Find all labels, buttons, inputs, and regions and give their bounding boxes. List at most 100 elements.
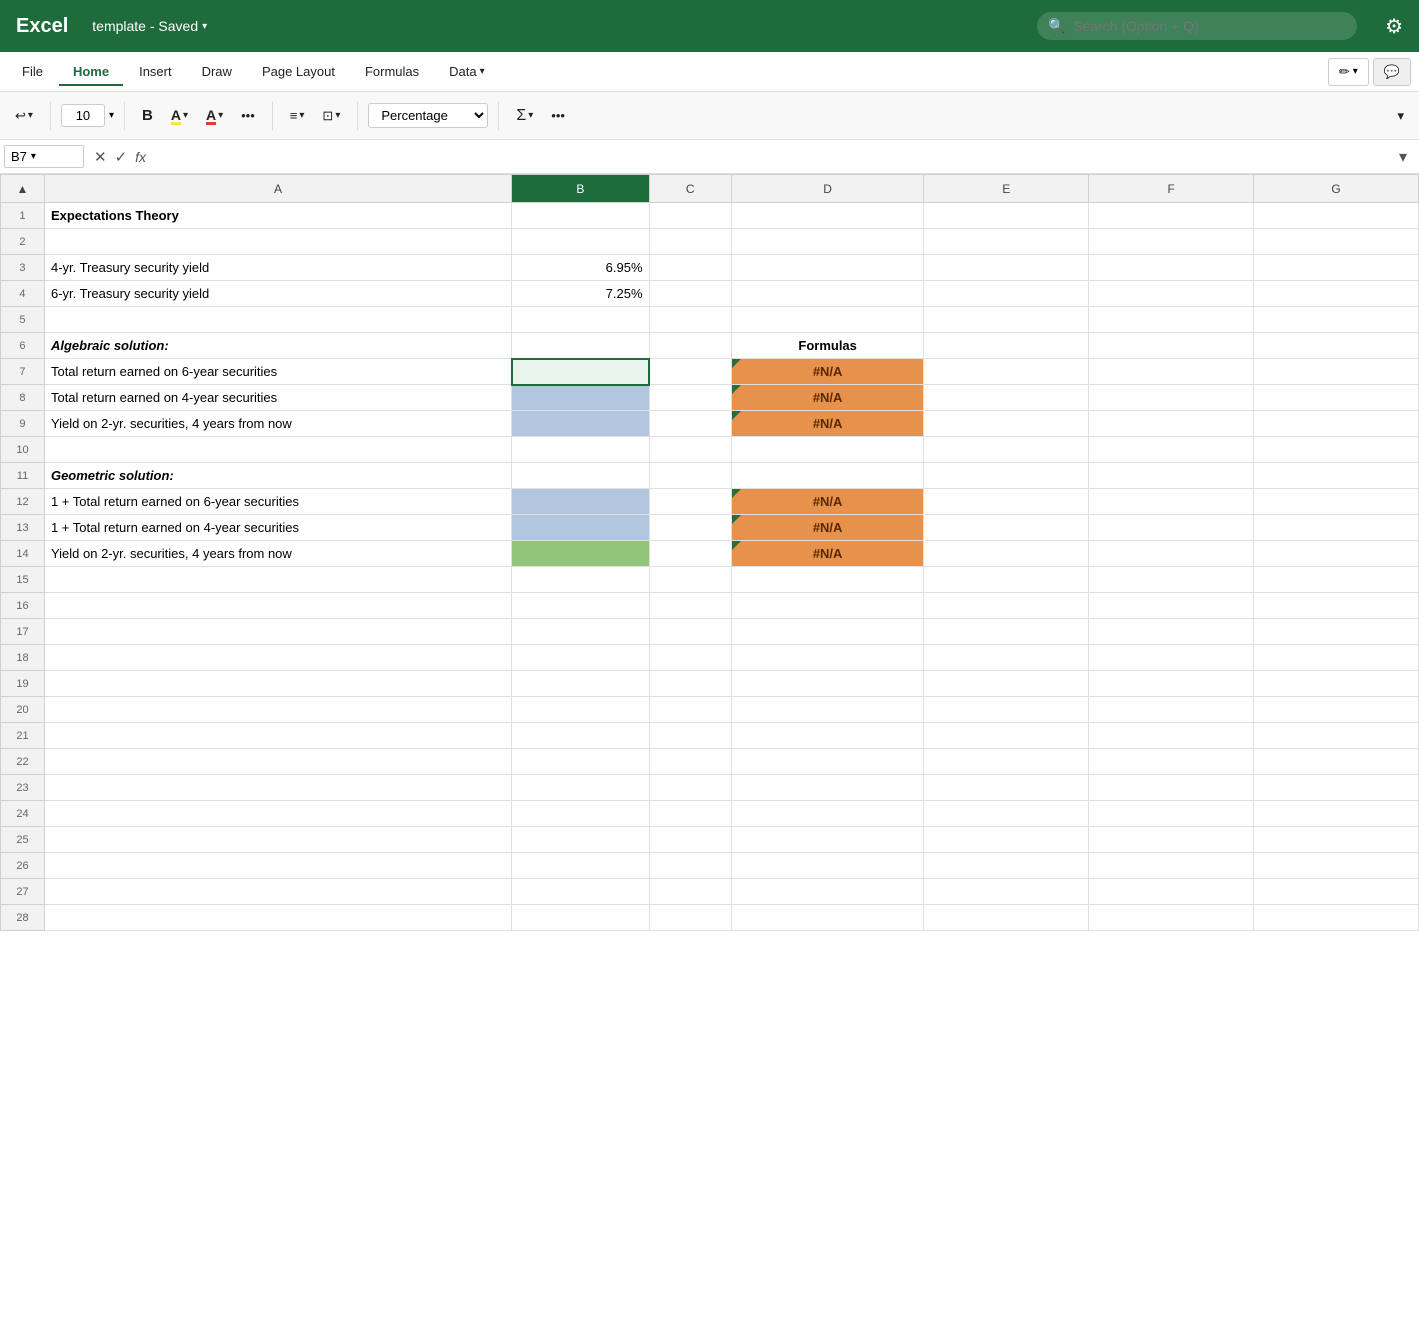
cell-a1[interactable]: Expectations Theory (44, 203, 511, 229)
cell-f4[interactable] (1089, 281, 1254, 307)
cell-f11[interactable] (1089, 463, 1254, 489)
cell-b12[interactable] (512, 489, 649, 515)
col-header-g[interactable]: G (1254, 175, 1419, 203)
cell-b11[interactable] (512, 463, 649, 489)
menu-item-home[interactable]: Home (59, 58, 123, 85)
cell-g12[interactable] (1254, 489, 1419, 515)
cell-g6[interactable] (1254, 333, 1419, 359)
cell-b10[interactable] (512, 437, 649, 463)
cell-g14[interactable] (1254, 541, 1419, 567)
cell-b1[interactable] (512, 203, 649, 229)
cell-a12[interactable]: 1 + Total return earned on 6-year securi… (44, 489, 511, 515)
highlight-button[interactable]: A ▾ (164, 103, 195, 129)
cell-f14[interactable] (1089, 541, 1254, 567)
cell-g11[interactable] (1254, 463, 1419, 489)
cell-c3[interactable] (649, 255, 731, 281)
formula-expand-button[interactable]: ▾ (1391, 147, 1415, 167)
cell-c6[interactable] (649, 333, 731, 359)
confirm-icon[interactable]: ✓ (115, 148, 128, 166)
cell-ref-chevron[interactable]: ▾ (31, 151, 36, 162)
more-format-button[interactable]: ••• (234, 104, 262, 127)
cell-f12[interactable] (1089, 489, 1254, 515)
cell-f10[interactable] (1089, 437, 1254, 463)
cell-g1[interactable] (1254, 203, 1419, 229)
cell-d6[interactable]: Formulas (731, 333, 923, 359)
cell-b8[interactable] (512, 385, 649, 411)
cell-c9[interactable] (649, 411, 731, 437)
col-header-d[interactable]: D (731, 175, 923, 203)
cell-e13[interactable] (924, 515, 1089, 541)
cell-c13[interactable] (649, 515, 731, 541)
col-header-c[interactable]: C (649, 175, 731, 203)
cell-e14[interactable] (924, 541, 1089, 567)
cell-f8[interactable] (1089, 385, 1254, 411)
cell-b5[interactable] (512, 307, 649, 333)
cell-c7[interactable] (649, 359, 731, 385)
file-title[interactable]: template - Saved ▾ (92, 18, 207, 34)
cell-a14[interactable]: Yield on 2-yr. securities, 4 years from … (44, 541, 511, 567)
cell-e6[interactable] (924, 333, 1089, 359)
settings-button[interactable]: ⚙ (1385, 14, 1403, 39)
cell-e12[interactable] (924, 489, 1089, 515)
cell-f13[interactable] (1089, 515, 1254, 541)
corner-header[interactable]: ▲ (1, 175, 45, 203)
cell-a4[interactable]: 6-yr. Treasury security yield (44, 281, 511, 307)
search-input[interactable] (1037, 12, 1357, 40)
font-size-chevron[interactable]: ▾ (109, 110, 114, 121)
cell-d7[interactable]: #N/A (731, 359, 923, 385)
cell-g13[interactable] (1254, 515, 1419, 541)
cell-e2[interactable] (924, 229, 1089, 255)
cell-b13[interactable] (512, 515, 649, 541)
cell-a8[interactable]: Total return earned on 4-year securities (44, 385, 511, 411)
cell-f2[interactable] (1089, 229, 1254, 255)
cell-b9[interactable] (512, 411, 649, 437)
menu-item-data[interactable]: Data▾ (435, 58, 499, 85)
cell-e3[interactable] (924, 255, 1089, 281)
edit-button[interactable]: ✏▾ (1328, 58, 1369, 86)
cell-c1[interactable] (649, 203, 731, 229)
cell-f9[interactable] (1089, 411, 1254, 437)
cell-e10[interactable] (924, 437, 1089, 463)
cell-a9[interactable]: Yield on 2-yr. securities, 4 years from … (44, 411, 511, 437)
cell-b2[interactable] (512, 229, 649, 255)
cell-f5[interactable] (1089, 307, 1254, 333)
format-dropdown[interactable]: Percentage General Number Currency (368, 103, 488, 128)
cell-g5[interactable] (1254, 307, 1419, 333)
col-header-a[interactable]: A (44, 175, 511, 203)
cell-a11[interactable]: Geometric solution: (44, 463, 511, 489)
cell-e11[interactable] (924, 463, 1089, 489)
align-button[interactable]: ≡ ▾ (283, 104, 312, 127)
cell-c12[interactable] (649, 489, 731, 515)
fx-icon[interactable]: fx (135, 149, 146, 165)
cell-e4[interactable] (924, 281, 1089, 307)
menu-item-draw[interactable]: Draw (188, 58, 246, 85)
cell-d2[interactable] (731, 229, 923, 255)
cell-g4[interactable] (1254, 281, 1419, 307)
cell-d9[interactable]: #N/A (731, 411, 923, 437)
font-size-input[interactable] (61, 104, 105, 127)
cell-e9[interactable] (924, 411, 1089, 437)
cell-a3[interactable]: 4-yr. Treasury security yield (44, 255, 511, 281)
col-header-b[interactable]: B (512, 175, 649, 203)
cell-c4[interactable] (649, 281, 731, 307)
cell-f6[interactable] (1089, 333, 1254, 359)
cell-a7[interactable]: Total return earned on 6-year securities (44, 359, 511, 385)
cancel-icon[interactable]: ✕ (94, 148, 107, 166)
cell-g8[interactable] (1254, 385, 1419, 411)
bold-button[interactable]: B (135, 103, 160, 128)
font-color-button[interactable]: A ▾ (199, 103, 230, 129)
cell-a10[interactable] (44, 437, 511, 463)
cell-a2[interactable] (44, 229, 511, 255)
cell-c5[interactable] (649, 307, 731, 333)
cell-c11[interactable] (649, 463, 731, 489)
cell-d3[interactable] (731, 255, 923, 281)
more-ribbon-button[interactable]: ••• (544, 104, 572, 127)
cell-g7[interactable] (1254, 359, 1419, 385)
cell-f7[interactable] (1089, 359, 1254, 385)
undo-button[interactable]: ↩ ▾ (8, 104, 40, 128)
cell-c10[interactable] (649, 437, 731, 463)
col-header-f[interactable]: F (1089, 175, 1254, 203)
cell-d8[interactable]: #N/A (731, 385, 923, 411)
cell-d12[interactable]: #N/A (731, 489, 923, 515)
cell-b3[interactable]: 6.95% (512, 255, 649, 281)
